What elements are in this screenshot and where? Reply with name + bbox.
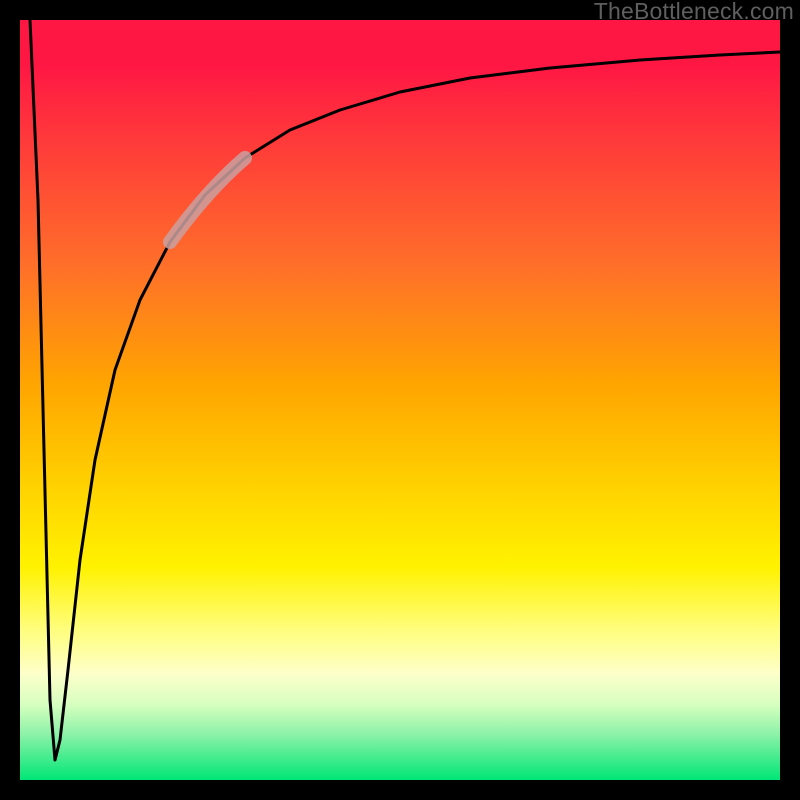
bottleneck-curve xyxy=(30,20,780,760)
plot-area xyxy=(20,20,780,780)
curve-svg xyxy=(20,20,780,780)
highlight-segment xyxy=(170,158,245,242)
chart-frame: TheBottleneck.com xyxy=(0,0,800,800)
watermark-label: TheBottleneck.com xyxy=(594,0,794,22)
